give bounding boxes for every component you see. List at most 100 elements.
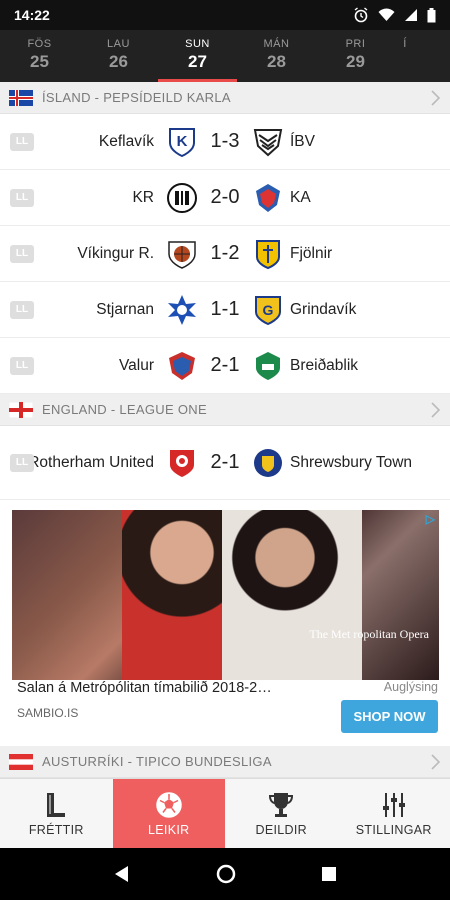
league-name: ENGLAND - LEAGUE ONE (42, 402, 207, 417)
back-icon[interactable] (113, 865, 131, 883)
match-score: 1-3 (210, 130, 240, 152)
signal-icon (405, 9, 417, 21)
nav-label: FRÉTTIR (28, 822, 84, 837)
kr-crest-icon (167, 182, 197, 213)
date-tab-sun[interactable]: SUN 27 (158, 30, 237, 82)
date-day-label: Í (403, 38, 407, 50)
date-day-label: SUN (185, 38, 210, 50)
ad-source: SAMBIO.IS (17, 706, 79, 720)
rotherham-crest-icon (170, 449, 194, 477)
date-number: 28 (267, 52, 286, 71)
soccer-ball-icon (156, 791, 182, 818)
league-name: ÍSLAND - PEPSÍDEILD KARLA (42, 90, 231, 105)
match-score: 2-1 (210, 354, 240, 376)
away-team: Breiðablik (290, 356, 359, 374)
battery-icon (427, 7, 436, 22)
ka-crest-icon (256, 183, 280, 212)
iceland-flag-icon (9, 89, 33, 106)
ll-badge: LL (10, 356, 34, 375)
match-row[interactable]: LL Víkingur R. 1-2 Fjölnir (0, 226, 450, 282)
austria-flag-icon (9, 753, 33, 770)
date-tab-tue[interactable]: PRI 29 (316, 30, 395, 82)
ad-title[interactable]: Salan á Metrópólitan tímabilið 2018-2… (17, 680, 272, 696)
fjolnir-crest-icon (256, 239, 280, 269)
date-number: 27 (188, 52, 207, 71)
ibv-crest-icon (253, 128, 283, 156)
nav-label: LEIKIR (148, 822, 190, 837)
league-name: AUSTURRÍKI - TIPICO BUNDESLIGA (42, 754, 272, 769)
ad-image[interactable]: ▷ The Met ropolitan Opera (12, 510, 439, 680)
status-bar: 14:22 (0, 0, 450, 30)
league-header-austria[interactable]: AUSTURRÍKI - TIPICO BUNDESLIGA (0, 746, 450, 778)
ad-banner[interactable]: ▷ The Met ropolitan Opera Salan á Metróp… (0, 500, 450, 746)
chevron-right-icon (431, 401, 440, 418)
valur-crest-icon (169, 351, 195, 380)
match-score: 2-0 (210, 186, 240, 208)
svg-text:G: G (263, 302, 274, 318)
away-team: ÍBV (290, 132, 315, 150)
nav-label: DEILDIR (255, 822, 307, 837)
shrewsbury-crest-icon (254, 448, 282, 477)
nav-item-games[interactable]: LEIKIR (112, 779, 225, 848)
match-row[interactable]: LL Valur 2-1 Breiðablik (0, 338, 450, 394)
date-day-label: LAU (107, 38, 130, 50)
match-list: ÍSLAND - PEPSÍDEILD KARLA LL Keflavík K … (0, 82, 450, 778)
status-icons (353, 7, 436, 23)
england-flag-icon (9, 401, 33, 418)
ad-figure (222, 510, 362, 680)
date-tab-sat[interactable]: LAU 26 (79, 30, 158, 82)
date-selector: FÖS 25 LAU 26 SUN 27 MÁN 28 PRI 29 Í (0, 30, 450, 82)
recents-icon[interactable] (321, 866, 337, 882)
chevron-right-icon (431, 89, 440, 106)
sliders-icon (382, 792, 405, 817)
keflavik-crest-icon: K (169, 127, 195, 157)
system-navigation-bar (0, 848, 450, 900)
date-day-label: MÁN (263, 38, 290, 50)
ll-badge: LL (10, 453, 34, 472)
away-team: KA (290, 188, 311, 206)
wifi-icon (378, 8, 395, 21)
date-number: 29 (346, 52, 365, 71)
nav-label: STILLINGAR (355, 822, 432, 837)
date-day-label: FÖS (27, 38, 52, 50)
away-team: Fjölnir (290, 244, 333, 262)
date-tab-mon[interactable]: MÁN 28 (237, 30, 316, 82)
ad-label: Auglýsing (383, 680, 438, 694)
ll-badge: LL (10, 300, 34, 319)
league-header-england[interactable]: ENGLAND - LEAGUE ONE (0, 394, 450, 426)
stjarnan-crest-icon (168, 294, 196, 325)
grindavik-crest-icon: G (255, 295, 281, 325)
alarm-icon (354, 7, 368, 23)
breidablik-crest-icon (256, 351, 280, 380)
date-number: 25 (30, 52, 49, 71)
status-time: 14:22 (14, 7, 50, 23)
date-tab-fri[interactable]: FÖS 25 (0, 30, 79, 82)
ll-badge: LL (10, 188, 34, 207)
svg-text:K: K (177, 133, 188, 150)
away-team: Shrewsbury Town (290, 453, 413, 471)
shop-now-button[interactable]: SHOP NOW (341, 700, 438, 733)
match-score: 1-2 (210, 242, 240, 264)
match-row[interactable]: LL Stjarnan 1-1 G Grindavík (0, 282, 450, 338)
date-day-label: PRI (345, 38, 366, 50)
chevron-right-icon (431, 753, 440, 770)
vikingur-crest-icon (168, 240, 196, 269)
nav-item-leagues[interactable]: DEILDIR (225, 779, 338, 848)
away-team: Grindavík (290, 300, 357, 318)
news-icon (47, 792, 66, 817)
ad-image-text: The Met ropolitan Opera (309, 627, 429, 641)
match-row[interactable]: LL Rotherham United 2-1 Shrewsbury Town (0, 426, 450, 500)
nav-item-news[interactable]: FRÉTTIR (0, 779, 113, 848)
adchoices-icon[interactable]: ▷ (426, 512, 435, 526)
match-row[interactable]: LL KR 2-0 KA (0, 170, 450, 226)
league-header-iceland[interactable]: ÍSLAND - PEPSÍDEILD KARLA (0, 82, 450, 114)
home-icon[interactable] (216, 864, 236, 884)
match-score: 1-1 (210, 298, 240, 320)
ll-badge: LL (10, 244, 34, 263)
date-tab-next[interactable]: Í (395, 30, 415, 82)
ll-badge: LL (10, 132, 34, 151)
match-row[interactable]: LL Keflavík K 1-3 ÍBV (0, 114, 450, 170)
trophy-icon (269, 792, 294, 817)
bottom-navigation: FRÉTTIR LEIKIR DEILDIR STILLINGAR (0, 778, 450, 848)
nav-item-settings[interactable]: STILLINGAR (338, 779, 450, 848)
